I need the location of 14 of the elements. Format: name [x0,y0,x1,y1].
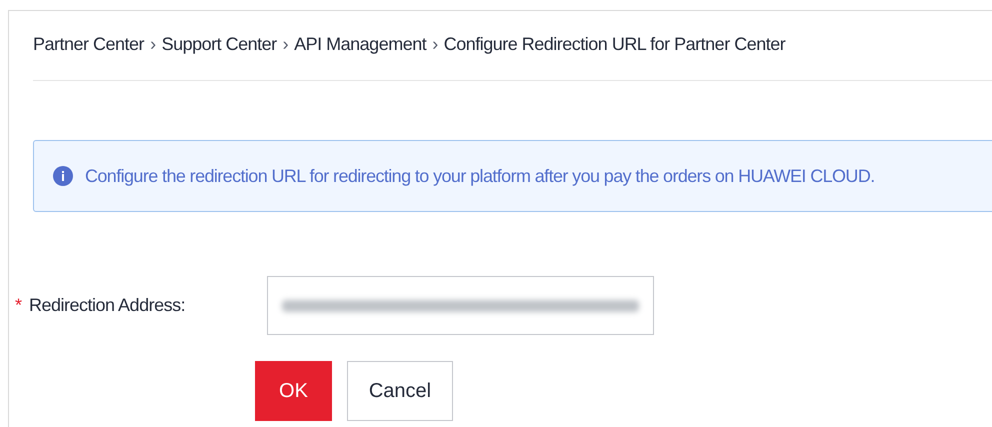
ok-button[interactable]: OK [255,361,332,421]
breadcrumb-item[interactable]: API Management [294,31,426,58]
required-asterisk: * [15,294,24,317]
breadcrumb-item[interactable]: Support Center [162,31,277,58]
breadcrumb-item: Configure Redirection URL for Partner Center [444,33,786,56]
redirection-address-field[interactable] [267,276,654,335]
field-label: Redirection Address: [29,294,186,317]
info-icon [53,166,73,186]
info-message: Configure the redirection URL for redirecting to your platform after you pay the orders on HUAWEI CLOUD. [85,164,875,188]
breadcrumb-separator: › [282,33,288,56]
breadcrumb-separator: › [432,33,438,56]
breadcrumb-item[interactable]: Partner Center [33,31,144,58]
cancel-button[interactable]: Cancel [347,361,453,421]
breadcrumb-separator: › [150,33,156,56]
